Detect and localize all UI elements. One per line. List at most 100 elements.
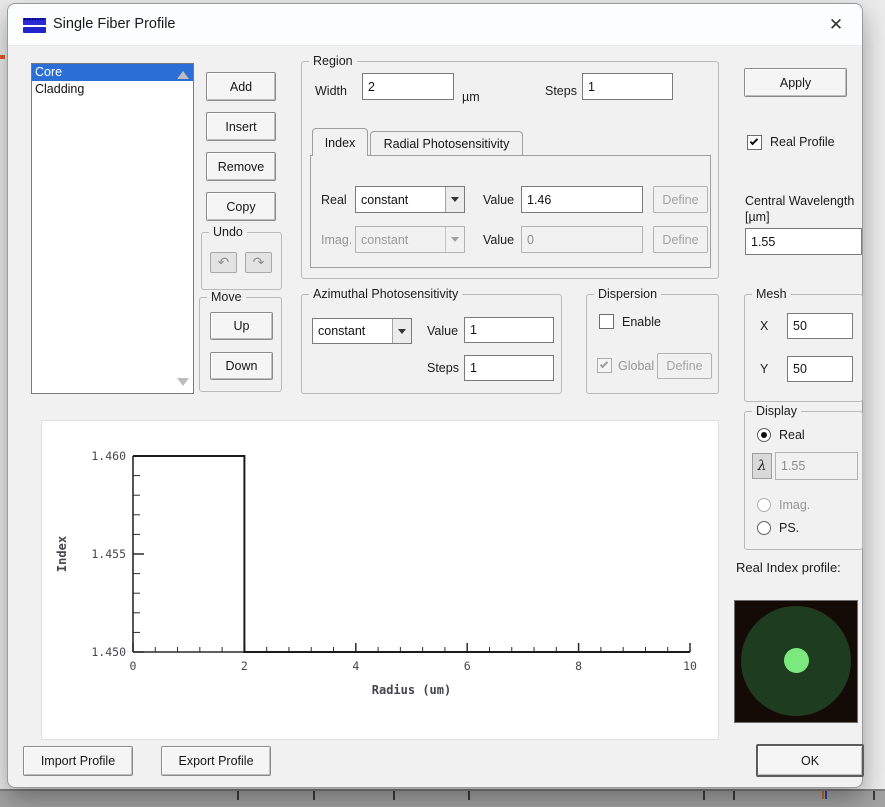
background-ruler-tick [733, 791, 735, 800]
radio-dot-icon [761, 432, 767, 438]
real-profile-label: Real Profile [770, 135, 835, 149]
mesh-x-input[interactable]: 50 [787, 313, 853, 339]
imag-label: Imag. [321, 233, 353, 247]
x-tick-label: 10 [683, 659, 697, 673]
display-real-label: Real [779, 428, 805, 442]
undo-group: Undo ↶ ↷ [201, 225, 282, 290]
mesh-group: Mesh X 50 Y 50 [744, 287, 863, 402]
remove-button[interactable]: Remove [206, 152, 276, 181]
display-real-radio[interactable] [757, 428, 771, 442]
dispersion-enable-label: Enable [622, 315, 661, 329]
x-axis-label: Radius (um) [372, 683, 451, 697]
display-imag-label: Imag. [779, 498, 811, 512]
move-group-label: Move [207, 290, 246, 304]
x-tick-label: 2 [241, 659, 248, 673]
display-imag-radio[interactable] [757, 498, 771, 512]
region-group: Region Width 2 µm Steps 1 Index Radial P… [301, 54, 719, 279]
mesh-x-label: X [760, 319, 769, 333]
display-ps-radio[interactable] [757, 521, 771, 535]
azimuthal-group-label: Azimuthal Photosensitivity [309, 287, 463, 301]
y-tick-label: 1.450 [91, 645, 126, 659]
chevron-down-icon [398, 328, 406, 338]
scroll-down-icon[interactable] [177, 378, 189, 386]
index-profile-preview [734, 600, 858, 723]
tab-radial-photosensitivity[interactable]: Radial Photosensitivity [370, 131, 523, 156]
y-axis-label: Index [55, 536, 69, 572]
real-value-input[interactable]: 1.46 [521, 186, 643, 213]
azimuthal-function-select[interactable]: constant [312, 318, 412, 344]
azimuthal-function-value: constant [318, 324, 366, 338]
central-wavelength-input[interactable]: 1.55 [745, 228, 862, 255]
undo-group-label: Undo [209, 225, 247, 239]
azimuthal-steps-input[interactable]: 1 [464, 355, 554, 381]
dialog-title: Single Fiber Profile [53, 16, 176, 32]
mesh-y-label: Y [760, 362, 769, 376]
ok-button[interactable]: OK [756, 744, 864, 777]
mesh-group-label: Mesh [752, 287, 791, 301]
dropdown-button[interactable] [445, 227, 464, 252]
y-tick-label: 1.460 [91, 449, 126, 463]
redo-button[interactable]: ↷ [245, 252, 272, 273]
list-item-core[interactable]: Core [32, 64, 193, 81]
move-group: Move Up Down [199, 290, 282, 392]
copy-button[interactable]: Copy [206, 192, 276, 221]
insert-button[interactable]: Insert [206, 112, 276, 141]
x-tick-label: 8 [575, 659, 582, 673]
real-function-select[interactable]: constant [355, 186, 465, 213]
azimuthal-value-input[interactable]: 1 [464, 317, 554, 343]
background-ruler-tick [468, 791, 470, 800]
region-group-label: Region [309, 54, 357, 68]
add-button[interactable]: Add [206, 72, 276, 101]
lambda-button[interactable]: λ [752, 453, 772, 479]
export-profile-button[interactable]: Export Profile [161, 746, 271, 776]
azimuthal-group: Azimuthal Photosensitivity constant Valu… [301, 287, 562, 394]
scroll-up-icon[interactable] [177, 71, 189, 79]
background-marker [0, 55, 5, 59]
background-ruler-tick [313, 791, 315, 800]
mesh-y-input[interactable]: 50 [787, 356, 853, 382]
move-up-button[interactable]: Up [210, 312, 273, 340]
width-input[interactable]: 2 [362, 73, 454, 100]
tab-index[interactable]: Index [312, 128, 368, 156]
background-marker [825, 791, 827, 799]
dispersion-global-checkbox[interactable] [597, 358, 612, 373]
checkmark-icon [599, 359, 609, 369]
list-item-cladding[interactable]: Cladding [32, 81, 193, 98]
imag-value-input[interactable]: 0 [521, 226, 643, 253]
undo-arrow-icon: ↶ [217, 254, 230, 270]
imag-function-select[interactable]: constant [355, 226, 465, 253]
background-ruler-tick [237, 791, 239, 800]
import-profile-button[interactable]: Import Profile [23, 746, 133, 776]
background-ruler-tick [393, 791, 395, 800]
core-circle [784, 648, 809, 673]
fiber-grating-icon [23, 18, 46, 33]
background-marker [822, 791, 824, 799]
dispersion-define-button[interactable]: Define [657, 353, 712, 379]
close-icon[interactable]: ✕ [822, 12, 850, 38]
dropdown-button[interactable] [392, 319, 411, 343]
dropdown-button[interactable] [445, 187, 464, 212]
display-wavelength-input[interactable]: 1.55 [775, 452, 858, 480]
real-define-button[interactable]: Define [653, 186, 708, 213]
index-tab-panel: Real constant Value 1.46 Define Imag. co… [310, 155, 711, 268]
checkmark-icon [749, 136, 759, 146]
redo-arrow-icon: ↷ [252, 254, 265, 270]
dispersion-group-label: Dispersion [594, 287, 662, 301]
real-index-profile-label: Real Index profile: [736, 560, 841, 575]
steps-label: Steps [545, 84, 577, 98]
real-function-value: constant [361, 192, 409, 207]
imag-define-button[interactable]: Define [653, 226, 708, 253]
undo-button[interactable]: ↶ [210, 252, 237, 273]
azimuthal-value-label: Value [427, 324, 459, 338]
layer-listbox[interactable]: Core Cladding [31, 63, 194, 394]
dispersion-enable-checkbox[interactable] [599, 314, 614, 329]
apply-button[interactable]: Apply [744, 68, 847, 97]
single-fiber-profile-dialog: Single Fiber Profile ✕ Core Cladding Add… [7, 3, 864, 788]
x-tick-label: 4 [352, 659, 359, 673]
width-unit-label: µm [462, 90, 480, 104]
title-bar[interactable]: Single Fiber Profile ✕ [8, 4, 862, 46]
real-profile-checkbox[interactable] [747, 135, 762, 150]
steps-input[interactable]: 1 [582, 73, 673, 100]
move-down-button[interactable]: Down [210, 352, 273, 380]
index-profile-chart-panel: 0 2 4 6 8 10 1.450 1.455 1.460 Radius (um) Index [41, 420, 719, 740]
